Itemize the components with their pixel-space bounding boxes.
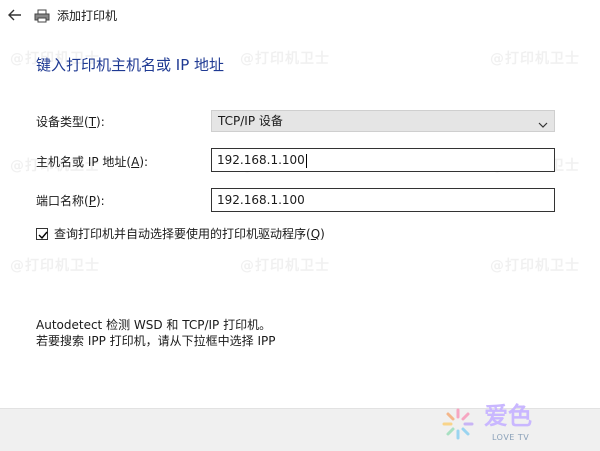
printer-icon <box>34 8 50 23</box>
port-label: 端口名称(P): <box>36 194 105 208</box>
chevron-down-icon <box>538 116 548 128</box>
device-type-selected: TCP/IP 设备 <box>218 114 283 128</box>
watermark: @打印机卫士 <box>240 51 330 67</box>
port-value: 192.168.1.100 <box>217 193 305 207</box>
window-title: 添加打印机 <box>57 9 118 23</box>
checkmark-icon <box>38 231 48 240</box>
host-value: 192.168.1.100 <box>217 153 305 167</box>
info-line-1: Autodetect 检测 WSD 和 TCP/IP 打印机。 <box>36 318 272 332</box>
title-bar: 添加打印机 <box>0 0 600 32</box>
logo-subtext: LOVE TV <box>492 433 530 442</box>
port-input[interactable]: 192.168.1.100 <box>211 188 555 212</box>
brand-logo: 爱色 LOVE TV <box>440 400 560 448</box>
watermark: @打印机卫士 <box>10 258 100 274</box>
flower-logo-icon <box>440 406 476 442</box>
auto-driver-label[interactable]: 查询打印机并自动选择要使用的打印机驱动程序(Q) <box>54 226 325 242</box>
back-arrow-icon[interactable] <box>6 6 24 24</box>
host-label: 主机名或 IP 地址(A): <box>36 155 149 169</box>
logo-text: 爱色 <box>484 402 532 430</box>
watermark: @打印机卫士 <box>490 51 580 67</box>
device-type-label: 设备类型(T): <box>36 115 105 129</box>
host-input[interactable]: 192.168.1.100 <box>211 148 555 172</box>
info-line-2: 若要搜索 IPP 打印机，请从下拉框中选择 IPP <box>36 334 276 348</box>
watermark: @打印机卫士 <box>240 258 330 274</box>
page-heading: 键入打印机主机名或 IP 地址 <box>36 56 225 74</box>
watermark: @打印机卫士 <box>490 258 580 274</box>
device-type-dropdown[interactable]: TCP/IP 设备 <box>211 110 555 132</box>
text-caret <box>305 153 307 168</box>
auto-driver-checkbox[interactable] <box>36 228 48 240</box>
